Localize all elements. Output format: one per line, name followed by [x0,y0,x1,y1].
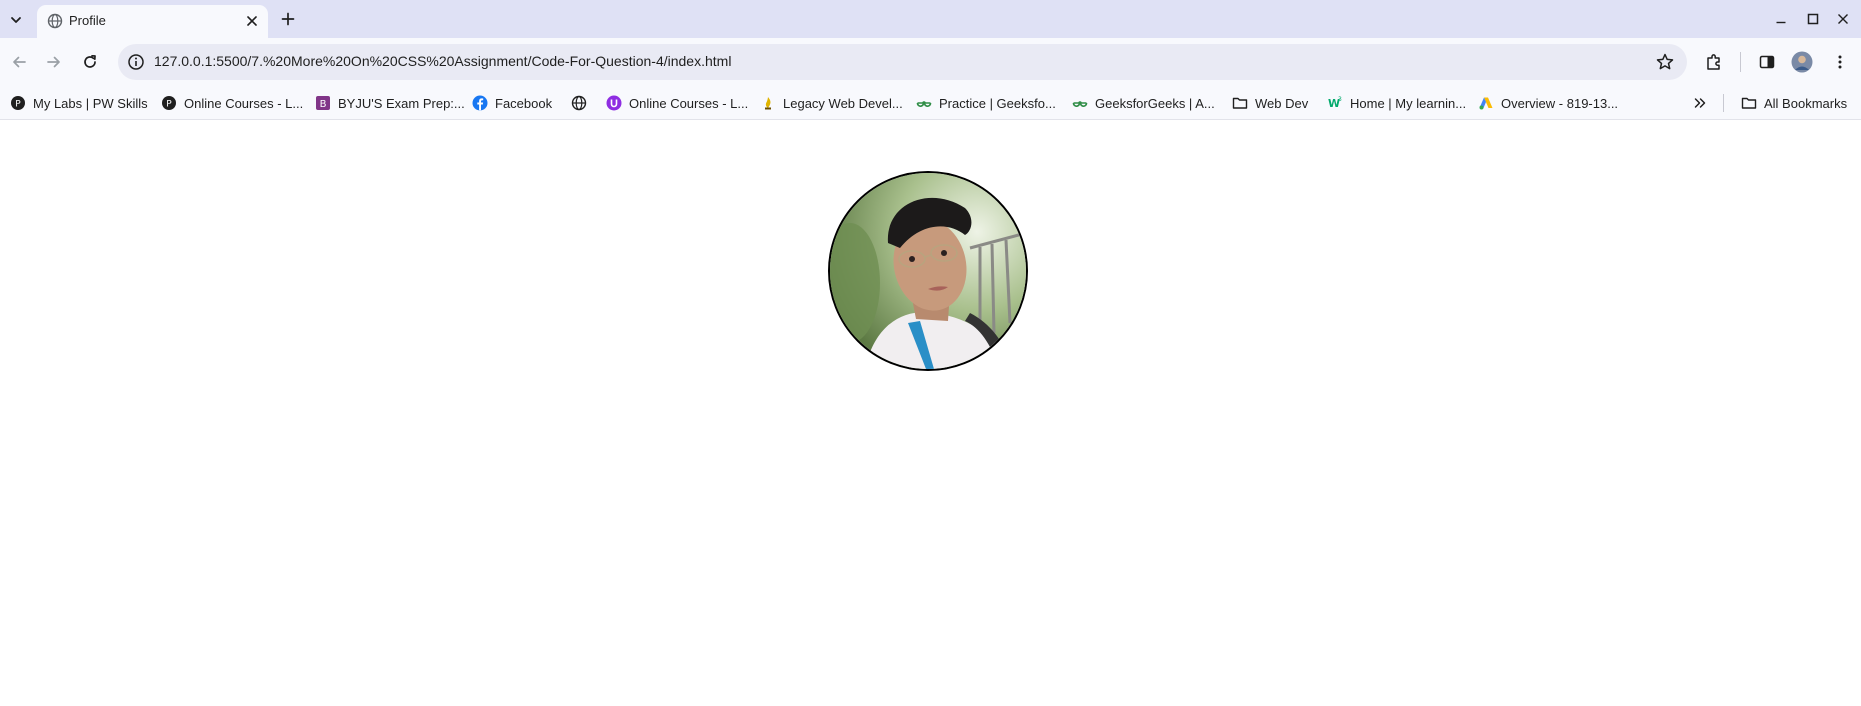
bookmark-label: Online Courses - L... [629,95,749,111]
folder-icon [1741,97,1757,109]
browser-toolbar: 127.0.0.1:5500/7.%20More%20On%20CSS%20As… [0,38,1861,86]
bookmarks-divider [1723,94,1724,112]
chevron-down-icon [11,17,21,23]
facebook-icon [472,95,488,111]
bookmark-label: Overview - 819-13... [1501,95,1619,111]
geeksforgeeks-icon [1072,101,1088,107]
pw-skills-icon: P [11,96,25,110]
google-ads-icon [1479,97,1493,110]
forward-button[interactable] [42,50,66,74]
bookmark-label: Online Courses - L... [184,95,304,111]
minimize-icon [1776,21,1786,24]
chevron-double-right-icon [1694,98,1706,108]
svg-text:3: 3 [1338,96,1342,103]
bookmark-my-labs-pw-skills[interactable]: P My Labs | PW Skills [10,93,148,113]
bookmark-online-courses-1[interactable]: P Online Courses - L... [161,93,303,113]
new-tab-button[interactable] [277,8,299,30]
bookmark-facebook[interactable]: Facebook [472,93,552,113]
close-icon [247,16,257,26]
bookmark-practice-geeksforgeeks[interactable]: Practice | Geeksfo... [916,93,1056,113]
avatar [1791,51,1813,73]
arrow-left-icon [13,56,26,68]
bookmark-label: BYJU'S Exam Prep:... [338,95,465,111]
side-panel-icon [1759,55,1775,69]
folder-icon [1232,97,1248,109]
purple-course-icon [606,95,622,111]
globe-icon [571,95,587,111]
address-bar[interactable]: 127.0.0.1:5500/7.%20More%20On%20CSS%20As… [118,44,1687,80]
bookmark-folder-web-dev[interactable]: Web Dev [1232,93,1308,113]
globe-icon [47,13,63,29]
svg-text:B: B [320,99,327,110]
browser-tab-profile[interactable]: Profile [37,5,268,38]
profile-photo [830,173,1026,369]
close-icon [1838,14,1848,24]
bookmark-label: Home | My learnin... [1350,95,1467,111]
close-window-button[interactable] [1832,8,1854,30]
bookmark-label: Facebook [495,95,553,111]
tab-strip: Profile [0,0,1861,38]
svg-text:P: P [166,100,172,110]
extensions-button[interactable] [1702,50,1726,74]
minimize-button[interactable] [1770,8,1792,30]
w3schools-icon: W3 [1328,96,1342,110]
profile-image [828,171,1028,371]
bookmark-online-courses-2[interactable]: Online Courses - L... [606,93,748,113]
more-vertical-icon [1838,55,1842,69]
all-bookmarks-label: All Bookmarks [1764,95,1848,111]
tab-search-button[interactable] [5,9,27,31]
maximize-icon [1807,13,1819,25]
toolbar-divider [1740,52,1741,72]
bookmark-label: Practice | Geeksfo... [939,95,1056,111]
profile-avatar-button[interactable] [1790,50,1814,74]
bookmark-legacy-web-devel[interactable]: Legacy Web Devel... [760,93,903,113]
site-info-icon[interactable] [127,53,145,71]
puzzle-piece-icon [1707,54,1720,70]
bookmark-label: Legacy Web Devel... [783,95,903,111]
url-text[interactable]: 127.0.0.1:5500/7.%20More%20On%20CSS%20As… [154,53,731,69]
bookmark-geeksforgeeks[interactable]: GeeksforGeeks | A... [1072,93,1215,113]
pw-skills-icon: P [162,96,176,110]
svg-text:P: P [15,100,21,110]
freecodecamp-icon [765,97,771,110]
bookmark-home-my-learning[interactable]: W3 Home | My learnin... [1327,93,1466,113]
plus-icon [281,12,295,26]
tab-title: Profile [69,13,106,28]
browser-menu-button[interactable] [1828,50,1852,74]
reload-button[interactable] [78,50,102,74]
all-bookmarks-button[interactable]: All Bookmarks [1741,93,1847,113]
byjus-icon: B [316,96,330,110]
arrow-right-icon [47,56,60,68]
reload-icon [84,54,96,68]
side-panel-button[interactable] [1755,50,1779,74]
page-content [0,120,1861,706]
more-bookmarks-button[interactable] [1693,93,1707,113]
bookmark-byjus-exam-prep[interactable]: B BYJU'S Exam Prep:... [315,93,465,113]
bookmark-label: My Labs | PW Skills [33,95,148,111]
tab-close-button[interactable] [243,12,261,30]
geeksforgeeks-icon [916,101,932,107]
maximize-button[interactable] [1802,8,1824,30]
bookmarks-bar: P My Labs | PW Skills P Online Courses -… [0,86,1861,120]
bookmark-label: Web Dev [1255,95,1309,111]
bookmark-overview[interactable]: Overview - 819-13... [1478,93,1618,113]
bookmark-label: GeeksforGeeks | A... [1095,95,1215,111]
star-icon[interactable] [1655,52,1675,72]
bookmark-globe[interactable] [571,93,594,113]
back-button[interactable] [7,50,31,74]
